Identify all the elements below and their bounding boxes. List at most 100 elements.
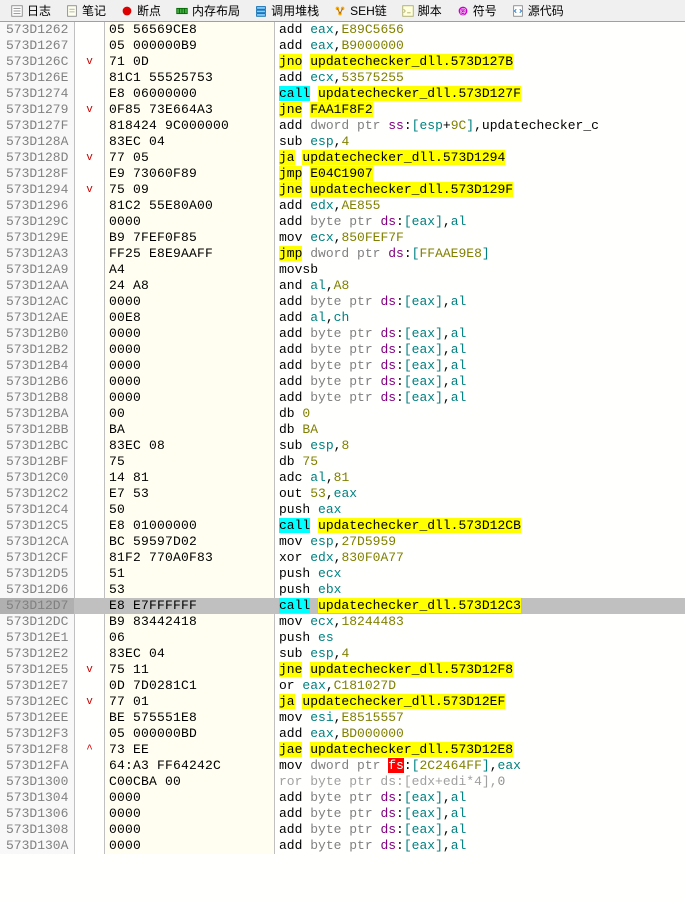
jump-arrow (75, 518, 105, 534)
disasm-row[interactable]: 573D12C5E8 01000000call updatechecker_dl… (0, 518, 685, 534)
disasm-row[interactable]: 573D12AE00E8add al,ch (0, 310, 685, 326)
jump-arrow (75, 582, 105, 598)
bytes-col: 71 0D (105, 54, 275, 70)
disasm-row[interactable]: 573D12BA00db 0 (0, 406, 685, 422)
address-col: 573D126E (0, 70, 75, 86)
disasm-row[interactable]: 573D12DCB9 83442418mov ecx,18244483 (0, 614, 685, 630)
jump-arrow (75, 390, 105, 406)
disasm-row[interactable]: 573D126205 56569CE8add eax,E89C5656 (0, 22, 685, 38)
disasm-row[interactable]: 573D129681C2 55E80A00add edx,AE855 (0, 198, 685, 214)
disasm-row[interactable]: 573D12E70D 7D0281C1or eax,C181027D (0, 678, 685, 694)
jump-arrow: v (75, 694, 105, 710)
disassembly-view[interactable]: 573D126205 56569CE8add eax,E89C5656573D1… (0, 22, 685, 854)
disasm-row[interactable]: 573D13040000add byte ptr ds:[eax],al (0, 790, 685, 806)
disasm-row[interactable]: 573D12BF75db 75 (0, 454, 685, 470)
asm-col: jmp E04C1907 (275, 166, 685, 182)
disasm-row[interactable]: 573D12B60000add byte ptr ds:[eax],al (0, 374, 685, 390)
jump-arrow (75, 294, 105, 310)
disasm-row[interactable]: 573D12C450push eax (0, 502, 685, 518)
disasm-row[interactable]: 573D13060000add byte ptr ds:[eax],al (0, 806, 685, 822)
bytes-col: 75 09 (105, 182, 275, 198)
asm-col: add byte ptr ds:[eax],al (275, 294, 685, 310)
disasm-row[interactable]: 573D12D653push ebx (0, 582, 685, 598)
toolbar-btn-src[interactable]: 源代码 (505, 2, 570, 20)
toolbar-btn-seh[interactable]: SEH链 (327, 2, 393, 20)
asm-col: push es (275, 630, 685, 646)
address-col: 573D12B6 (0, 374, 75, 390)
disasm-row[interactable]: 573D12FA64:A3 FF64242Cmov dword ptr fs:[… (0, 758, 685, 774)
disasm-row[interactable]: 573D129C0000add byte ptr ds:[eax],al (0, 214, 685, 230)
disasm-row[interactable]: 573D12BC83EC 08sub esp,8 (0, 438, 685, 454)
toolbar-btn-mem[interactable]: 内存布局 (169, 2, 246, 20)
bytes-col: BA (105, 422, 275, 438)
bytes-col: 0000 (105, 822, 275, 838)
disasm-row[interactable]: 573D12D551push ecx (0, 566, 685, 582)
bytes-col: 0000 (105, 790, 275, 806)
disasm-row[interactable]: 573D126E81C1 55525753add ecx,53575255 (0, 70, 685, 86)
jump-arrow (75, 310, 105, 326)
disasm-row[interactable]: 573D130A0000add byte ptr ds:[eax],al (0, 838, 685, 854)
disasm-row[interactable]: 573D12C2E7 53out 53,eax (0, 486, 685, 502)
disasm-row[interactable]: 573D12E283EC 04sub esp,4 (0, 646, 685, 662)
asm-col: add ecx,53575255 (275, 70, 685, 86)
asm-col: db BA (275, 422, 685, 438)
asm-col: push ebx (275, 582, 685, 598)
bytes-col: 77 05 (105, 150, 275, 166)
disasm-row[interactable]: 573D126705 000000B9add eax,B9000000 (0, 38, 685, 54)
disasm-row[interactable]: 573D12ECv77 01ja updatechecker_dll.573D1… (0, 694, 685, 710)
disasm-row[interactable]: 573D126Cv71 0Djno updatechecker_dll.573D… (0, 54, 685, 70)
disasm-row[interactable]: 573D12BBBAdb BA (0, 422, 685, 438)
asm-col: sub esp,8 (275, 438, 685, 454)
disasm-row[interactable]: 573D12C014 81adc al,81 (0, 470, 685, 486)
address-col: 573D12C4 (0, 502, 75, 518)
toolbar-btn-log[interactable]: 日志 (4, 2, 57, 20)
disasm-row[interactable]: 573D129EB9 7FEF0F85mov ecx,850FEF7F (0, 230, 685, 246)
disasm-row[interactable]: 573D12AA24 A8and al,A8 (0, 278, 685, 294)
jump-arrow (75, 470, 105, 486)
jump-arrow (75, 166, 105, 182)
disasm-row[interactable]: 573D12B40000add byte ptr ds:[eax],al (0, 358, 685, 374)
disasm-row[interactable]: 573D12D7E8 E7FFFFFFcall updatechecker_dl… (0, 598, 685, 614)
disasm-row[interactable]: 573D12F8^73 EEjae updatechecker_dll.573D… (0, 742, 685, 758)
disasm-row[interactable]: 573D128A83EC 04sub esp,4 (0, 134, 685, 150)
toolbar-btn-stack[interactable]: 调用堆栈 (248, 2, 325, 20)
disasm-row[interactable]: 573D12E106push es (0, 630, 685, 646)
disasm-row[interactable]: 573D1274E8 06000000call updatechecker_dl… (0, 86, 685, 102)
src-icon (511, 4, 525, 18)
asm-col: push ecx (275, 566, 685, 582)
disasm-row[interactable]: 573D128Dv77 05ja updatechecker_dll.573D1… (0, 150, 685, 166)
jump-arrow (75, 758, 105, 774)
disasm-row[interactable]: 573D127F818424 9C000000add dword ptr ss:… (0, 118, 685, 134)
toolbar-btn-script[interactable]: 脚本 (395, 2, 448, 20)
asm-col: sub esp,4 (275, 134, 685, 150)
toolbar-btn-notes[interactable]: 笔记 (59, 2, 112, 20)
toolbar-btn-bp[interactable]: 断点 (114, 2, 167, 20)
disasm-row[interactable]: 573D12B80000add byte ptr ds:[eax],al (0, 390, 685, 406)
asm-col: jne FAA1F8F2 (275, 102, 685, 118)
disasm-row[interactable]: 573D12A3FF25 E8E9AAFFjmp dword ptr ds:[F… (0, 246, 685, 262)
disasm-row[interactable]: 573D1279v0F85 73E664A3jne FAA1F8F2 (0, 102, 685, 118)
disasm-row[interactable]: 573D1300C00CBA 00ror byte ptr ds:[edx+ed… (0, 774, 685, 790)
asm-col: mov dword ptr fs:[2C2464FF],eax (275, 758, 685, 774)
disasm-row[interactable]: 573D13080000add byte ptr ds:[eax],al (0, 822, 685, 838)
jump-arrow: ^ (75, 742, 105, 758)
asm-col: add byte ptr ds:[eax],al (275, 806, 685, 822)
asm-col: add byte ptr ds:[eax],al (275, 326, 685, 342)
disasm-row[interactable]: 573D12B20000add byte ptr ds:[eax],al (0, 342, 685, 358)
jump-arrow (75, 678, 105, 694)
toolbar-btn-sym[interactable]: @符号 (450, 2, 503, 20)
disasm-row[interactable]: 573D12CABC 59597D02mov esp,27D5959 (0, 534, 685, 550)
disasm-row[interactable]: 573D12F305 000000BDadd eax,BD000000 (0, 726, 685, 742)
disasm-row[interactable]: 573D12CF81F2 770A0F83xor edx,830F0A77 (0, 550, 685, 566)
jump-arrow: v (75, 54, 105, 70)
disasm-row[interactable]: 573D12EEBE 575551E8mov esi,E8515557 (0, 710, 685, 726)
disasm-row[interactable]: 573D1294v75 09jne updatechecker_dll.573D… (0, 182, 685, 198)
address-col: 573D12CF (0, 550, 75, 566)
disasm-row[interactable]: 573D12E5v75 11jne updatechecker_dll.573D… (0, 662, 685, 678)
disasm-row[interactable]: 573D128FE9 73060F89jmp E04C1907 (0, 166, 685, 182)
bytes-col: 0000 (105, 838, 275, 854)
disasm-row[interactable]: 573D12AC0000add byte ptr ds:[eax],al (0, 294, 685, 310)
address-col: 573D12AE (0, 310, 75, 326)
disasm-row[interactable]: 573D12B00000add byte ptr ds:[eax],al (0, 326, 685, 342)
disasm-row[interactable]: 573D12A9A4movsb (0, 262, 685, 278)
